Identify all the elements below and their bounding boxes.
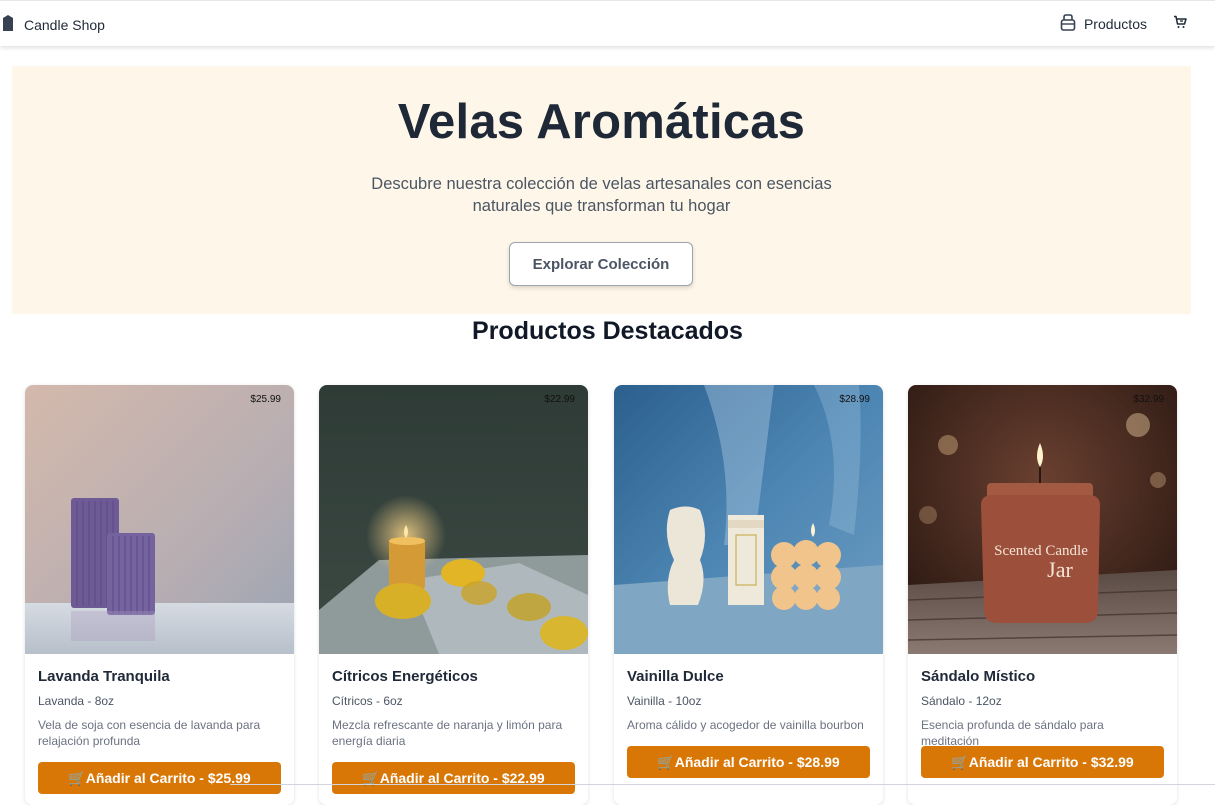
product-title: Lavanda Tranquila bbox=[38, 668, 170, 685]
add-to-cart-button[interactable]: 🛒Añadir al Carrito - $32.99 bbox=[921, 746, 1164, 778]
hero-subtitle: Descubre nuestra colección de velas arte… bbox=[12, 173, 1191, 217]
product-description: Esencia profunda de sándalo para meditac… bbox=[921, 718, 1104, 748]
add-to-cart-button[interactable]: 🛒Añadir al Carrito - $22.99 bbox=[332, 762, 575, 794]
product-meta: Sándalo - 12oz bbox=[921, 694, 1002, 708]
product-image-sandalo[interactable]: Scented Candle Jar $32.99 bbox=[908, 385, 1177, 654]
product-title: Sándalo Místico bbox=[921, 668, 1036, 685]
product-title: Vainilla Dulce bbox=[627, 668, 724, 685]
hero-subtitle-line-2: naturales que transforman tu hogar bbox=[472, 197, 731, 215]
product-image-vainilla[interactable]: $28.99 bbox=[614, 385, 883, 654]
product-description: Vela de soja con esencia de lavanda para… bbox=[38, 718, 261, 748]
candle-icon bbox=[2, 14, 14, 37]
brand-logo[interactable]: Candle Shop bbox=[2, 14, 105, 37]
price-tag: $25.99 bbox=[250, 394, 281, 405]
product-meta: Vainilla - 10oz bbox=[627, 694, 702, 708]
product-title: Cítricos Energéticos bbox=[332, 668, 478, 685]
product-card-citricos: $22.99 Cítricos Energéticos Cítricos - 6… bbox=[319, 385, 588, 805]
svg-text:Scented Candle: Scented Candle bbox=[994, 543, 1088, 559]
product-card-lavanda: $25.99 Lavanda Tranquila Lavanda - 8oz V… bbox=[25, 385, 294, 805]
product-image-citricos[interactable]: $22.99 bbox=[319, 385, 588, 654]
product-card-vainilla: $28.99 Vainilla Dulce Vainilla - 10oz Ar… bbox=[614, 385, 883, 805]
price-tag: $22.99 bbox=[544, 394, 575, 405]
top-navbar: Candle Shop Productos bbox=[0, 0, 1215, 46]
svg-text:Jar: Jar bbox=[1047, 557, 1073, 582]
product-card-sandalo: Scented Candle Jar $32.99 Sándalo Místic… bbox=[908, 385, 1177, 805]
explore-collection-button[interactable]: Explorar Colección bbox=[509, 242, 693, 286]
hero-banner: Velas Aromáticas Descubre nuestra colecc… bbox=[12, 66, 1191, 314]
hero-title: Velas Aromáticas bbox=[397, 95, 806, 149]
hero-subtitle-line-1: Descubre nuestra colección de velas arte… bbox=[371, 175, 832, 193]
cart-button[interactable] bbox=[1173, 15, 1187, 34]
product-description: Mezcla refrescante de naranja y limón pa… bbox=[332, 718, 563, 748]
product-image-lavanda[interactable]: $25.99 bbox=[25, 385, 294, 654]
nav-link-label: Productos bbox=[1083, 16, 1147, 32]
cart-icon bbox=[1173, 15, 1187, 34]
product-description: Aroma cálido y acogedor de vainilla bour… bbox=[627, 718, 864, 732]
product-meta: Lavanda - 8oz bbox=[38, 694, 115, 708]
product-meta: Cítricos - 6oz bbox=[332, 694, 403, 708]
featured-products-title: Productos Destacados bbox=[472, 317, 743, 345]
package-icon bbox=[1060, 14, 1076, 34]
add-to-cart-button[interactable]: 🛒Añadir al Carrito - $25.99 bbox=[38, 762, 281, 794]
nav-link-productos[interactable]: Productos bbox=[1060, 14, 1147, 34]
add-to-cart-button[interactable]: 🛒Añadir al Carrito - $28.99 bbox=[627, 746, 870, 778]
price-tag: $28.99 bbox=[839, 394, 870, 405]
price-tag: $32.99 bbox=[1133, 394, 1164, 405]
brand-name: Candle Shop bbox=[24, 17, 105, 33]
